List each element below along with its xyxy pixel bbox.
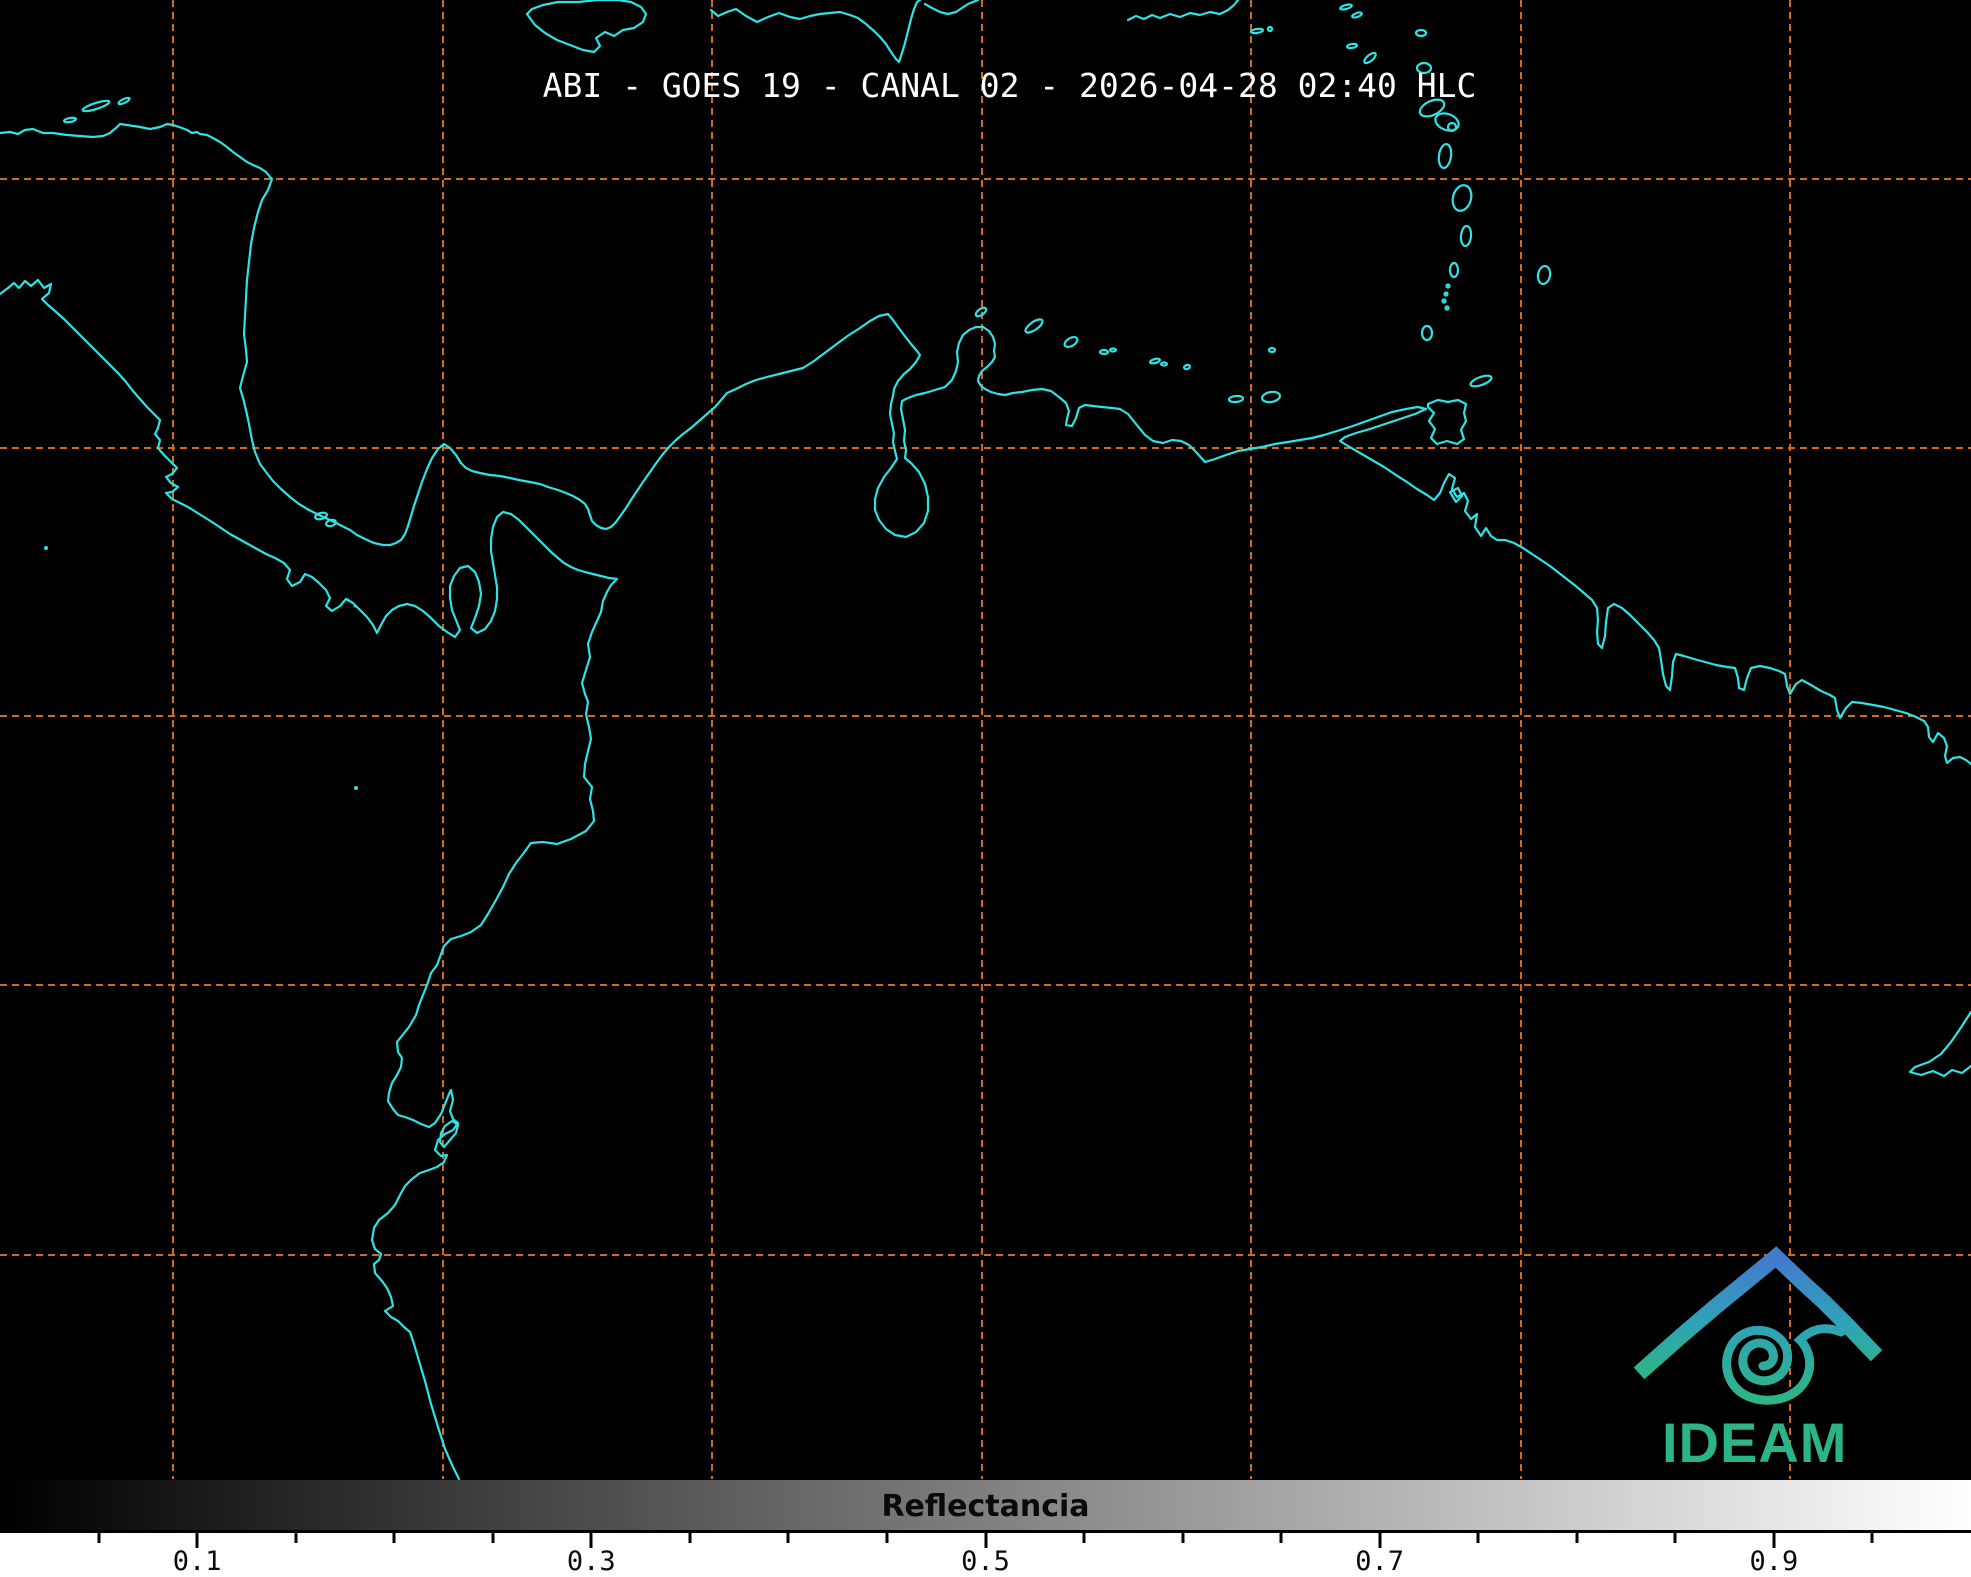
colorbar-minor-tick bbox=[787, 1533, 790, 1543]
colorbar-minor-tick bbox=[688, 1533, 691, 1543]
colorbar: Reflectancia bbox=[0, 1480, 1971, 1533]
colorbar-label: Reflectancia bbox=[0, 1489, 1971, 1524]
colorbar-minor-tick bbox=[1674, 1533, 1677, 1543]
ideam-wordmark: IDEAM bbox=[1662, 1410, 1847, 1475]
colorbar-minor-tick bbox=[1477, 1533, 1480, 1543]
colorbar-tick-label: 0.5 bbox=[961, 1546, 1010, 1577]
colorbar-minor-tick bbox=[393, 1533, 396, 1543]
colorbar-minor-tick bbox=[294, 1533, 297, 1543]
colorbar-minor-tick bbox=[1181, 1533, 1184, 1543]
satellite-image-viewer: ABI - GOES 19 - CANAL 02 - 2026-04-28 02… bbox=[0, 0, 1971, 1577]
colorbar-axis: 0.1 0.3 0.5 0.7 0.9 bbox=[0, 1533, 1971, 1577]
colorbar-tick-label: 0.1 bbox=[173, 1546, 222, 1577]
colorbar-minor-tick bbox=[1575, 1533, 1578, 1543]
map-title: ABI - GOES 19 - CANAL 02 - 2026-04-28 02… bbox=[24, 66, 1971, 105]
colorbar-minor-tick bbox=[491, 1533, 494, 1543]
colorbar-tick-label: 0.7 bbox=[1355, 1546, 1404, 1577]
colorbar-minor-tick bbox=[1871, 1533, 1874, 1543]
colorbar-tick-label: 0.9 bbox=[1750, 1546, 1799, 1577]
ideam-logo: IDEAM bbox=[1620, 1240, 1900, 1480]
colorbar-minor-tick bbox=[1280, 1533, 1283, 1543]
colorbar-minor-tick bbox=[97, 1533, 100, 1543]
colorbar-tick-label: 0.3 bbox=[567, 1546, 616, 1577]
colorbar-minor-tick bbox=[1083, 1533, 1086, 1543]
colorbar-minor-tick bbox=[885, 1533, 888, 1543]
